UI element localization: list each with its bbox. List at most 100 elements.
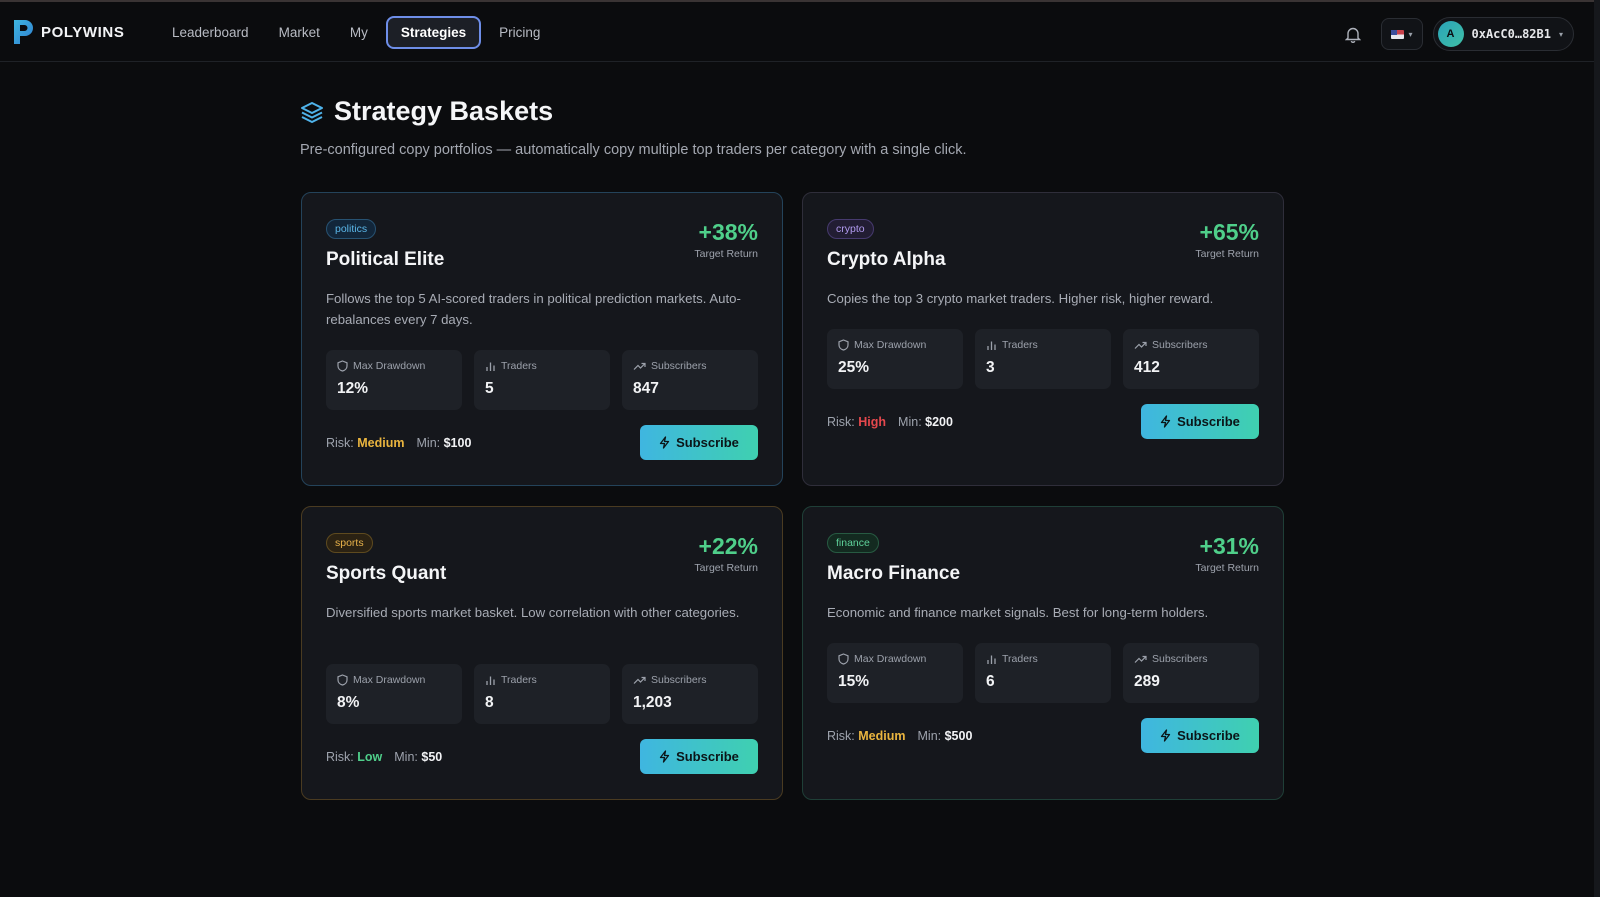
risk-label: Risk: [326,435,354,450]
risk-label: Risk: [827,728,855,743]
risk-label: Risk: [827,414,855,429]
stats-row: Max Drawdown 12% Traders 5 Subscribers 8… [326,350,758,410]
stats-row: Max Drawdown 25% Traders 3 Subscribers 4… [827,329,1259,389]
stat-value: 5 [485,380,494,397]
stat-label: Subscribers [651,674,707,686]
stat-max-drawdown: Max Drawdown 25% [827,329,963,389]
header-actions: ▾ A 0xAcC0…82B1 ▾ [1335,16,1574,52]
target-return: +22% Target Return [694,533,758,574]
subscribe-button[interactable]: Subscribe [640,425,758,460]
main-nav: Leaderboard Market My Strategies Pricing [160,15,552,50]
risk-value: High [858,414,887,429]
shield-icon [838,339,849,351]
stat-label: Subscribers [1152,653,1208,665]
trending-up-icon [1134,341,1147,349]
stat-value: 6 [986,673,995,690]
card-footer: Risk: High Min: $200 Subscribe [827,404,1259,439]
trending-up-icon [1134,655,1147,663]
stat-value: 8 [485,694,494,711]
risk-value: Low [357,749,383,764]
subscribe-label: Subscribe [1177,728,1240,743]
risk-label: Risk: [326,749,354,764]
risk-value: Medium [357,435,405,450]
bar-chart-icon [486,676,495,685]
bell-icon [1345,27,1362,43]
basket-card-sports-quant: sports Sports Quant +22% Target Return D… [301,506,783,800]
min-value: $100 [443,435,472,450]
subscribe-button[interactable]: Subscribe [1141,404,1259,439]
target-return-label: Target Return [1195,562,1259,574]
target-return-label: Target Return [694,248,758,260]
basket-meta: Risk: Medium Min: $500 [827,729,972,743]
stat-value: 12% [337,380,369,397]
target-return: +38% Target Return [694,219,758,260]
wallet-address: 0xAcC0…82B1 [1471,27,1551,41]
avatar: A [1437,21,1464,47]
brand-logo[interactable]: POLYWINS [12,18,124,46]
target-return-value: +31% [1199,533,1259,559]
stat-value: 8% [337,694,360,711]
page-title: Strategy Baskets [334,96,554,126]
nav-my[interactable]: My [338,15,380,50]
basket-title: Crypto Alpha [827,249,946,270]
stat-label: Max Drawdown [854,339,927,351]
nav-market[interactable]: Market [267,15,332,50]
stat-value: 25% [838,359,870,376]
subscribe-label: Subscribe [676,435,739,450]
nav-leaderboard[interactable]: Leaderboard [160,15,261,50]
stat-traders: Traders 3 [975,329,1111,389]
min-value: $50 [421,749,443,764]
subscribe-button[interactable]: Subscribe [640,739,758,774]
logo-icon [14,20,33,44]
basket-title: Political Elite [326,249,445,270]
card-footer: Risk: Medium Min: $100 Subscribe [326,425,758,460]
min-label: Min: [917,728,942,743]
stat-traders: Traders 8 [474,664,610,724]
category-badge: politics [326,219,377,239]
subscribe-button[interactable]: Subscribe [1141,718,1259,753]
basket-meta: Risk: Low Min: $50 [326,750,442,764]
language-selector[interactable]: ▾ [1381,18,1423,50]
stat-max-drawdown: Max Drawdown 12% [326,350,462,410]
lightning-icon [659,750,670,763]
shield-icon [838,653,849,665]
stat-traders: Traders 6 [975,643,1111,703]
page-header: Strategy Baskets [300,96,553,127]
page-subtitle: Pre-configured copy portfolios — automat… [300,142,967,158]
stats-row: Max Drawdown 15% Traders 6 Subscribers 2… [827,643,1259,703]
stat-label: Max Drawdown [353,674,426,686]
scrollbar[interactable] [1594,0,1600,897]
stat-subscribers: Subscribers 289 [1123,643,1259,703]
target-return-label: Target Return [1195,248,1259,260]
stat-label: Traders [1002,653,1038,665]
basket-card-macro-finance: finance Macro Finance +31% Target Return… [802,506,1284,800]
subscribe-label: Subscribe [676,749,739,764]
stat-value: 15% [838,673,870,690]
basket-description: Follows the top 5 AI-scored traders in p… [326,291,741,327]
nav-pricing[interactable]: Pricing [487,15,552,50]
basket-description: Economic and finance market signals. Bes… [827,605,1209,620]
min-label: Min: [416,435,441,450]
stat-value: 289 [1134,673,1160,690]
card-footer: Risk: Medium Min: $500 Subscribe [827,718,1259,753]
basket-card-political-elite: politics Political Elite +38% Target Ret… [301,192,783,486]
min-value: $200 [925,414,953,429]
basket-meta: Risk: Medium Min: $100 [326,436,471,450]
nav-strategies[interactable]: Strategies [385,16,482,49]
lightning-icon [659,436,670,449]
risk-value: Medium [858,728,906,743]
basket-description: Diversified sports market basket. Low co… [326,605,740,620]
notifications-button[interactable] [1335,16,1371,52]
lightning-icon [1160,729,1171,742]
stat-label: Traders [501,674,537,686]
min-label: Min: [898,414,922,429]
wallet-menu[interactable]: A 0xAcC0…82B1 ▾ [1432,17,1574,51]
card-footer: Risk: Low Min: $50 Subscribe [326,739,758,774]
category-badge: finance [827,533,879,553]
min-label: Min: [394,749,418,764]
stat-max-drawdown: Max Drawdown 8% [326,664,462,724]
basket-title: Sports Quant [326,563,447,584]
stat-subscribers: Subscribers 847 [622,350,758,410]
brand-name: POLYWINS [41,23,125,41]
trending-up-icon [633,676,646,684]
